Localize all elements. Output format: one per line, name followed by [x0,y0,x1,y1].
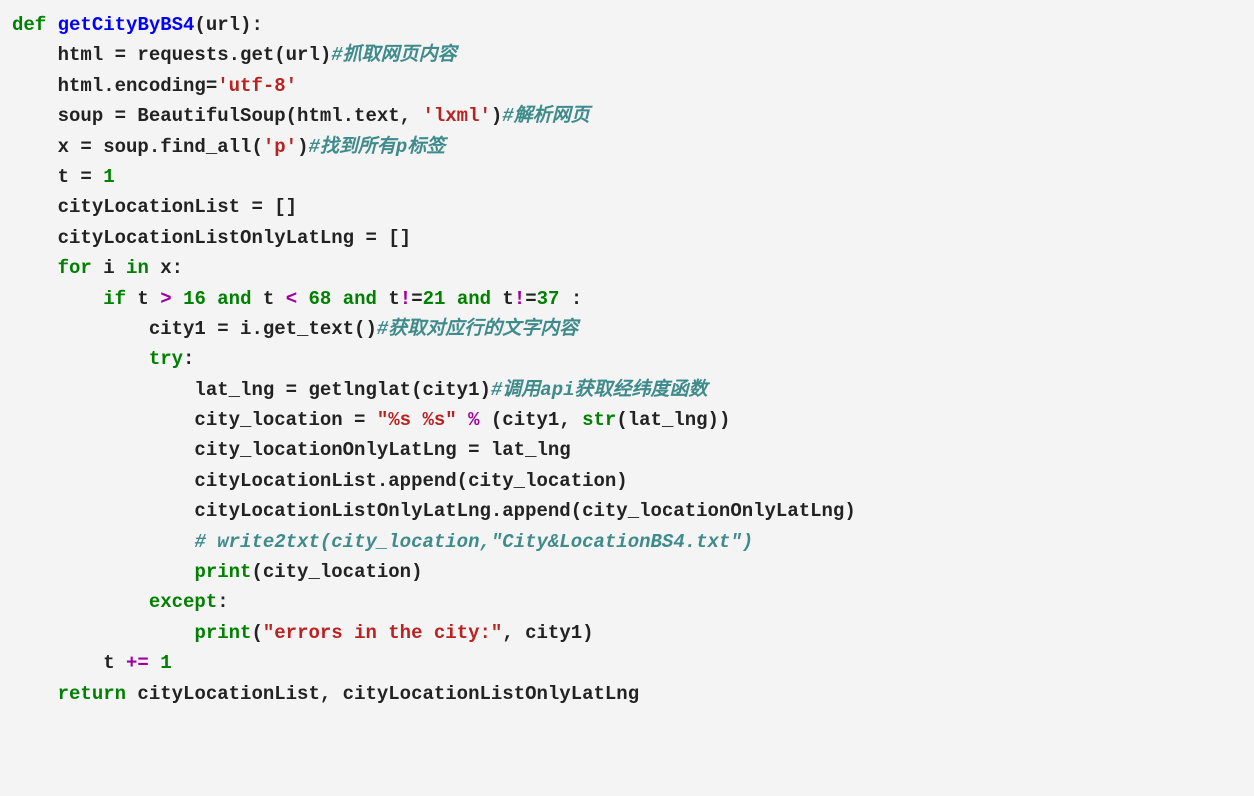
string: "%s %s" [377,409,457,431]
comment: #找到所有p标签 [308,136,445,158]
code-text: x: [149,257,183,279]
operator: ! [514,288,525,310]
keyword-in: in [126,257,149,279]
number: 1 [103,166,114,188]
builtin-print: print [194,561,251,583]
number: 1 [160,652,171,674]
comment: # write2txt(city_location,"City&Location… [194,531,753,553]
code-text: , city1) [502,622,593,644]
code-text: = [525,288,536,310]
code-text: soup = BeautifulSoup(html.text, [12,105,422,127]
keyword-return: return [58,683,126,705]
code-text: city1 = i.get_text() [12,318,377,340]
number: 21 [423,288,446,310]
code-text: t [12,652,126,674]
code-text: cityLocationListOnlyLatLng.append(city_l… [12,500,856,522]
keyword-and: and [457,288,491,310]
operator: ! [400,288,411,310]
code-text [172,288,183,310]
keyword-for: for [58,257,92,279]
code-text: : [183,348,194,370]
code-text: t [126,288,160,310]
code-text: ) [297,136,308,158]
code-text: cityLocationList.append(city_location) [12,470,628,492]
code-text [457,409,468,431]
code-text: cityLocationList = [] [12,196,297,218]
function-name: getCityByBS4 [58,14,195,36]
code-text: (city_location) [251,561,422,583]
code-text [149,652,160,674]
code-text: t [491,288,514,310]
operator: += [126,652,149,674]
keyword-try: try [149,348,183,370]
code-text: i [92,257,126,279]
keyword-and: and [217,288,251,310]
code-block: def getCityByBS4(url): html = requests.g… [0,0,1254,719]
string: 'p' [263,136,297,158]
builtin: str [582,409,616,431]
code-text: lat_lng = getlnglat(city1) [12,379,491,401]
code-text: html = requests.get(url) [12,44,331,66]
code-text: city_location = [12,409,377,431]
number: 37 [537,288,560,310]
string: 'utf-8' [217,75,297,97]
code-text: cityLocationList, cityLocationListOnlyLa… [126,683,639,705]
code-text: : [559,288,582,310]
code-text: t [252,288,286,310]
code-text: x = soup.find_all( [12,136,263,158]
number: 16 [183,288,206,310]
code-text: (city1, [480,409,583,431]
code-text: html.encoding= [12,75,217,97]
string: "errors in the city:" [263,622,502,644]
keyword-def: def [12,14,46,36]
code-text: = [411,288,422,310]
code-text: ( [251,622,262,644]
comment: #调用api获取经纬度函数 [491,379,708,401]
code-text: city_locationOnlyLatLng = lat_lng [12,439,571,461]
number: 68 [309,288,332,310]
keyword-except: except [149,591,217,613]
operator: < [286,288,297,310]
code-text: t = [12,166,103,188]
code-text: ) [491,105,502,127]
code-text: cityLocationListOnlyLatLng = [] [12,227,411,249]
code-text: t [377,288,400,310]
string: 'lxml' [422,105,490,127]
comment: #获取对应行的文字内容 [377,318,578,340]
comment: #解析网页 [502,105,589,127]
code-text: (url): [194,14,262,36]
code-text: : [217,591,228,613]
builtin-print: print [194,622,251,644]
keyword-and: and [343,288,377,310]
code-text: (lat_lng)) [616,409,730,431]
code-text [297,288,308,310]
comment: #抓取网页内容 [331,44,456,66]
operator: > [160,288,171,310]
keyword-if: if [103,288,126,310]
operator: % [468,409,479,431]
